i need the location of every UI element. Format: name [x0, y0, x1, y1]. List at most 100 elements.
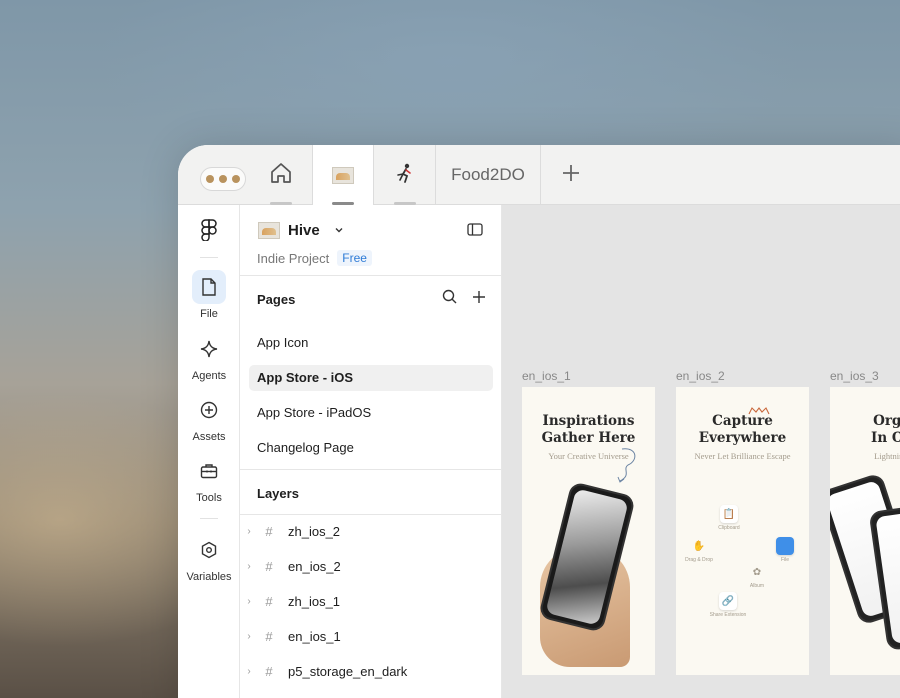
rail-label: Tools: [196, 492, 222, 504]
arrow-doodle-icon: [617, 448, 636, 483]
tab-food2do[interactable]: Food2DO: [436, 145, 541, 205]
search-pages-button[interactable]: [439, 289, 459, 309]
layer-name: en_ios_1: [288, 629, 341, 644]
feature-label: Clipboard: [718, 525, 740, 531]
plan-badge: Free: [337, 250, 372, 266]
new-tab-button[interactable]: [541, 145, 601, 205]
runner-thumbnail-icon: [394, 162, 416, 189]
add-circle-icon: [192, 393, 226, 427]
frame-title-line: Everywhere: [698, 430, 787, 446]
frame-en-ios-3[interactable]: Organ In One Lightning-Fa: [830, 387, 900, 675]
frame-title: Capture Everywhere: [676, 413, 809, 447]
page-item[interactable]: Changelog Page: [249, 435, 493, 461]
window-controls[interactable]: [200, 167, 246, 191]
frame-icon: #: [265, 664, 273, 679]
rail-item-assets[interactable]: Assets: [178, 393, 240, 443]
hexagon-icon: [192, 533, 226, 567]
window-dot: [206, 175, 214, 183]
layer-row[interactable]: › # en_ios_2: [240, 555, 502, 579]
rail-label: Assets: [192, 431, 226, 443]
tab-bar: Food2DO: [178, 145, 900, 205]
frame-title: Inspirations Gather Here: [522, 413, 655, 447]
rail-item-file[interactable]: File: [178, 270, 240, 320]
project-thumbnail-icon: [258, 221, 280, 239]
layer-row[interactable]: › # zh_ios_2: [240, 520, 502, 544]
project-meta: Indie Project Free: [257, 250, 372, 266]
frame-label[interactable]: en_ios_3: [830, 369, 879, 383]
frame-title-line: In One: [871, 430, 900, 446]
rail-item-agents[interactable]: Agents: [178, 332, 240, 382]
figma-window: Food2DO File Agents Assets Tools Variabl…: [178, 145, 900, 698]
window-dot: [232, 175, 240, 183]
project-name: Hive: [288, 221, 320, 239]
layer-row[interactable]: › # zh_ios_1: [240, 590, 502, 614]
feature-file: File: [765, 537, 805, 563]
panel-divider: [240, 275, 501, 276]
layer-name: p5_storage_en_dark: [288, 664, 408, 679]
left-panel: Hive Indie Project Free Pages App Icon A…: [240, 205, 502, 698]
hive-thumbnail-icon: [332, 166, 354, 184]
sidebar-icon: [467, 223, 483, 241]
layer-row[interactable]: › # p5_storage_en_dark: [240, 660, 502, 684]
frame-icon: #: [265, 524, 273, 539]
frame-label[interactable]: en_ios_1: [522, 369, 571, 383]
photos-icon: ✿: [752, 566, 762, 578]
clipboard-icon: 📋: [720, 505, 738, 523]
feature-drag-drop: ✋ Drag & Drop: [679, 537, 719, 564]
frame-en-ios-1[interactable]: Inspirations Gather Here Your Creative U…: [522, 387, 655, 675]
chevron-right-icon[interactable]: ›: [240, 520, 258, 544]
feature-label: Album: [749, 583, 765, 589]
feature-clipboard: 📋 Clipboard: [709, 505, 749, 531]
page-item[interactable]: App Store - iOS: [249, 365, 493, 391]
frame-en-ios-2[interactable]: Capture Everywhere Never Let Brilliance …: [676, 387, 809, 675]
feature-share-extension: 🔗 Share Extension: [708, 592, 748, 618]
rail-label: File: [200, 308, 218, 320]
left-rail: File Agents Assets Tools Variables: [178, 205, 240, 698]
layer-row[interactable]: › # en_ios_1: [240, 625, 502, 649]
layer-name: zh_ios_1: [288, 594, 341, 609]
frame-subtitle: Never Let Brilliance Escape: [694, 451, 791, 461]
chevron-right-icon[interactable]: ›: [240, 590, 258, 614]
layer-name: en_ios_2: [288, 559, 341, 574]
tab-runner[interactable]: [374, 145, 436, 205]
frame-title-line: Capture: [712, 413, 773, 429]
chevron-right-icon[interactable]: ›: [240, 660, 258, 684]
rail-divider: [200, 518, 218, 519]
chevron-right-icon[interactable]: ›: [240, 625, 258, 649]
chevron-right-icon[interactable]: ›: [240, 555, 258, 579]
tab-home[interactable]: [250, 145, 312, 205]
frame-label[interactable]: en_ios_2: [676, 369, 725, 383]
layers-title: Layers: [257, 486, 299, 501]
home-icon: [269, 162, 293, 189]
rail-label: Variables: [186, 571, 232, 583]
phone-screen: [875, 509, 900, 645]
frame-title-line: Inspirations: [542, 413, 635, 429]
hand-drag-icon: ✋: [692, 540, 706, 552]
rail-item-tools[interactable]: Tools: [178, 454, 240, 504]
sparkle-icon: [192, 332, 226, 366]
link-icon: 🔗: [719, 592, 737, 610]
tab-hive[interactable]: [312, 145, 374, 205]
figma-logo-icon: [201, 218, 217, 246]
feature-album: ✿ Album: [737, 563, 777, 590]
tab-label: Food2DO: [451, 165, 525, 184]
feature-label: File: [780, 557, 790, 563]
page-item[interactable]: App Store - iPadOS: [249, 400, 493, 426]
figma-menu-button[interactable]: [197, 218, 221, 246]
team-name: Indie Project: [257, 250, 330, 266]
canvas[interactable]: en_ios_1 Inspirations Gather Here Your C…: [502, 205, 900, 698]
frame-subtitle: Lightning-Fa: [874, 451, 900, 461]
page-item[interactable]: App Icon: [249, 330, 493, 356]
frame-icon: #: [265, 594, 273, 609]
feature-label: Share Extension: [709, 612, 747, 618]
rail-item-variables[interactable]: Variables: [178, 533, 240, 583]
toggle-sidebar-button[interactable]: [464, 221, 486, 243]
project-switcher[interactable]: Hive: [258, 221, 344, 239]
search-icon: [442, 289, 457, 309]
rail-divider: [200, 257, 218, 258]
panel-divider: [240, 469, 501, 470]
rail-label: Agents: [191, 370, 227, 382]
add-page-button[interactable]: [469, 289, 489, 309]
frame-title: Organ In One: [830, 413, 900, 447]
feature-label: Drag & Drop: [685, 557, 713, 563]
